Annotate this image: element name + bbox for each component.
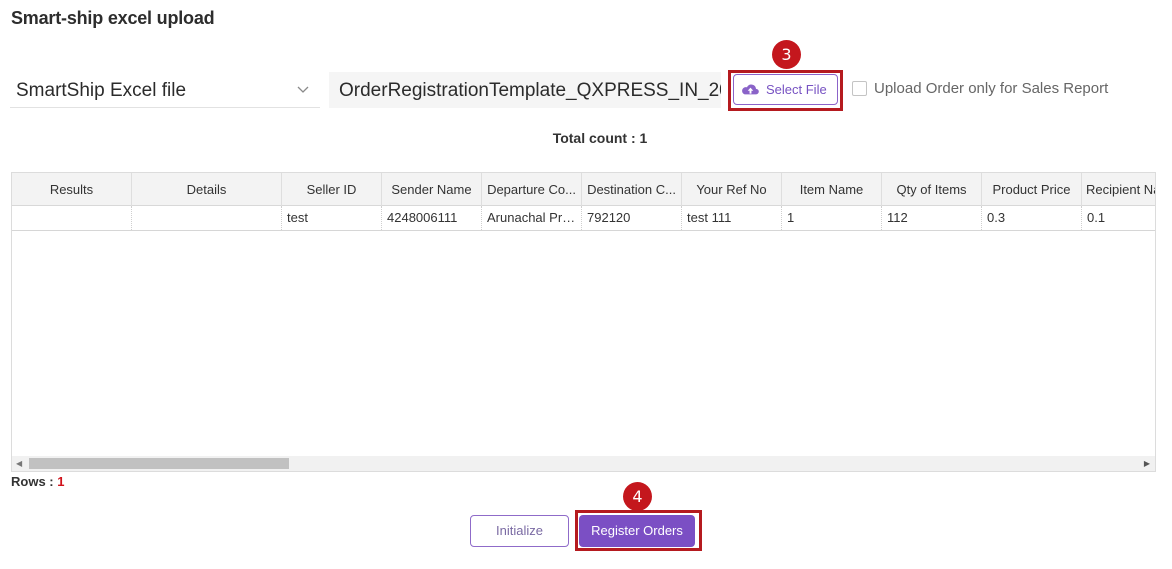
- scroll-left-arrow-icon[interactable]: ◀: [16, 459, 22, 468]
- cell-departure: Arunachal Pra...: [482, 206, 582, 230]
- table-row[interactable]: test 4248006111 Arunachal Pra... 792120 …: [12, 206, 1155, 231]
- cell-ref-no: test 111: [682, 206, 782, 230]
- cell-recipient-name: 0.1: [1082, 206, 1155, 230]
- rows-count-label: Rows :: [11, 474, 58, 489]
- column-header-sender-name[interactable]: Sender Name: [382, 173, 482, 206]
- column-header-results[interactable]: Results: [12, 173, 132, 206]
- cell-qty: 112: [882, 206, 982, 230]
- file-type-select[interactable]: SmartShip Excel file: [10, 72, 320, 108]
- column-header-seller-id[interactable]: Seller ID: [282, 173, 382, 206]
- cell-sender-name: 4248006111: [382, 206, 482, 230]
- chevron-down-icon: [297, 86, 309, 93]
- cell-product-price: 0.3: [982, 206, 1082, 230]
- step-3-badge: 3: [772, 40, 801, 69]
- register-orders-button[interactable]: Register Orders: [579, 515, 695, 547]
- file-name-value: OrderRegistrationTemplate_QXPRESS_IN_20: [339, 80, 721, 101]
- column-header-qty[interactable]: Qty of Items: [882, 173, 982, 206]
- column-header-recipient-name[interactable]: Recipient Na: [1082, 173, 1155, 206]
- page-title: Smart-ship excel upload: [11, 8, 215, 28]
- step-4-badge: 4: [623, 482, 652, 511]
- cell-item-name: 1: [782, 206, 882, 230]
- column-header-destination[interactable]: Destination C...: [582, 173, 682, 206]
- column-header-departure[interactable]: Departure Co...: [482, 173, 582, 206]
- select-file-label: Select File: [766, 82, 827, 97]
- cell-details: [132, 206, 282, 230]
- sales-report-checkbox-label[interactable]: Upload Order only for Sales Report: [874, 80, 1108, 97]
- column-header-details[interactable]: Details: [132, 173, 282, 206]
- cloud-upload-icon: [742, 84, 759, 94]
- initialize-button[interactable]: Initialize: [470, 515, 569, 547]
- scroll-right-arrow-icon[interactable]: ▶: [1144, 459, 1150, 468]
- grid-header: Results Details Seller ID Sender Name De…: [12, 173, 1155, 206]
- column-header-ref-no[interactable]: Your Ref No: [682, 173, 782, 206]
- orders-grid: Results Details Seller ID Sender Name De…: [11, 172, 1156, 472]
- cell-results: [12, 206, 132, 230]
- scrollbar-thumb[interactable]: [29, 458, 289, 469]
- column-header-product-price[interactable]: Product Price: [982, 173, 1082, 206]
- total-count: Total count : 1: [552, 130, 648, 146]
- rows-count-value: 1: [57, 474, 65, 489]
- select-file-button[interactable]: Select File: [733, 74, 838, 105]
- sales-report-checkbox[interactable]: [852, 81, 867, 96]
- cell-destination: 792120: [582, 206, 682, 230]
- column-header-item-name[interactable]: Item Name: [782, 173, 882, 206]
- file-type-value: SmartShip Excel file: [16, 80, 187, 101]
- cell-seller-id: test: [282, 206, 382, 230]
- horizontal-scrollbar[interactable]: ◀ ▶: [12, 456, 1155, 471]
- file-name-field[interactable]: OrderRegistrationTemplate_QXPRESS_IN_20: [329, 72, 721, 108]
- rows-count: Rows : 1: [11, 474, 64, 489]
